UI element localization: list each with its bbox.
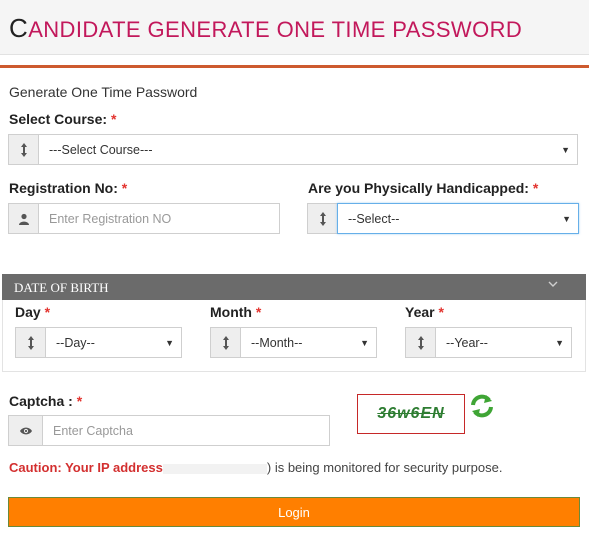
- user-icon: [8, 203, 38, 234]
- captcha-input-group[interactable]: Enter Captcha: [8, 415, 330, 446]
- course-select-group[interactable]: ---Select Course--- ▼: [8, 134, 578, 165]
- ip-caution-message: Caution: Your IP address) is being monit…: [9, 460, 503, 475]
- chevron-down-icon: ▼: [555, 337, 564, 348]
- refresh-icon[interactable]: [469, 393, 495, 419]
- up-down-arrow-icon: [8, 134, 38, 165]
- up-down-arrow-icon: [15, 327, 45, 358]
- month-select[interactable]: --Month-- ▼: [240, 327, 377, 358]
- registration-input[interactable]: Enter Registration NO: [38, 203, 280, 234]
- captcha-image: 36w6EN: [357, 394, 465, 434]
- day-label: Day *: [15, 304, 51, 320]
- redacted-ip: [162, 463, 267, 474]
- handicapped-select[interactable]: --Select-- ▼: [337, 203, 579, 234]
- year-select[interactable]: --Year-- ▼: [435, 327, 572, 358]
- chevron-down-icon: ▼: [165, 337, 174, 348]
- day-select[interactable]: --Day-- ▼: [45, 327, 182, 358]
- registration-input-group[interactable]: Enter Registration NO: [8, 203, 280, 234]
- chevron-down-icon[interactable]: [548, 279, 558, 289]
- captcha-input[interactable]: Enter Captcha: [42, 415, 330, 446]
- registration-label: Registration No: *: [9, 180, 128, 196]
- chevron-down-icon: ▼: [561, 144, 570, 155]
- form-subtitle: Generate One Time Password: [9, 84, 198, 100]
- up-down-arrow-icon: [210, 327, 240, 358]
- dob-title: Date of Birth: [14, 280, 109, 295]
- handicapped-label: Are you Physically Handicapped: *: [308, 180, 539, 196]
- eye-icon: [8, 415, 42, 446]
- course-label: Select Course: *: [9, 111, 117, 127]
- handicapped-select-group[interactable]: --Select-- ▼: [307, 203, 579, 234]
- page-title: CANDIDATE GENERATE ONE TIME PASSWORD: [9, 13, 523, 43]
- header-divider: [0, 65, 589, 68]
- chevron-down-icon: ▼: [360, 337, 369, 348]
- dob-panel-header[interactable]: Date of Birth: [2, 274, 586, 300]
- year-label: Year *: [405, 304, 444, 320]
- day-select-group[interactable]: --Day-- ▼: [15, 327, 182, 358]
- captcha-label: Captcha : *: [9, 393, 83, 409]
- month-select-group[interactable]: --Month-- ▼: [210, 327, 377, 358]
- chevron-down-icon: ▼: [562, 213, 571, 224]
- up-down-arrow-icon: [307, 203, 337, 234]
- year-select-group[interactable]: --Year-- ▼: [405, 327, 572, 358]
- month-label: Month *: [210, 304, 262, 320]
- up-down-arrow-icon: [405, 327, 435, 358]
- course-select[interactable]: ---Select Course--- ▼: [38, 134, 578, 165]
- login-button[interactable]: Login: [8, 497, 580, 527]
- page-header: CANDIDATE GENERATE ONE TIME PASSWORD: [0, 0, 589, 55]
